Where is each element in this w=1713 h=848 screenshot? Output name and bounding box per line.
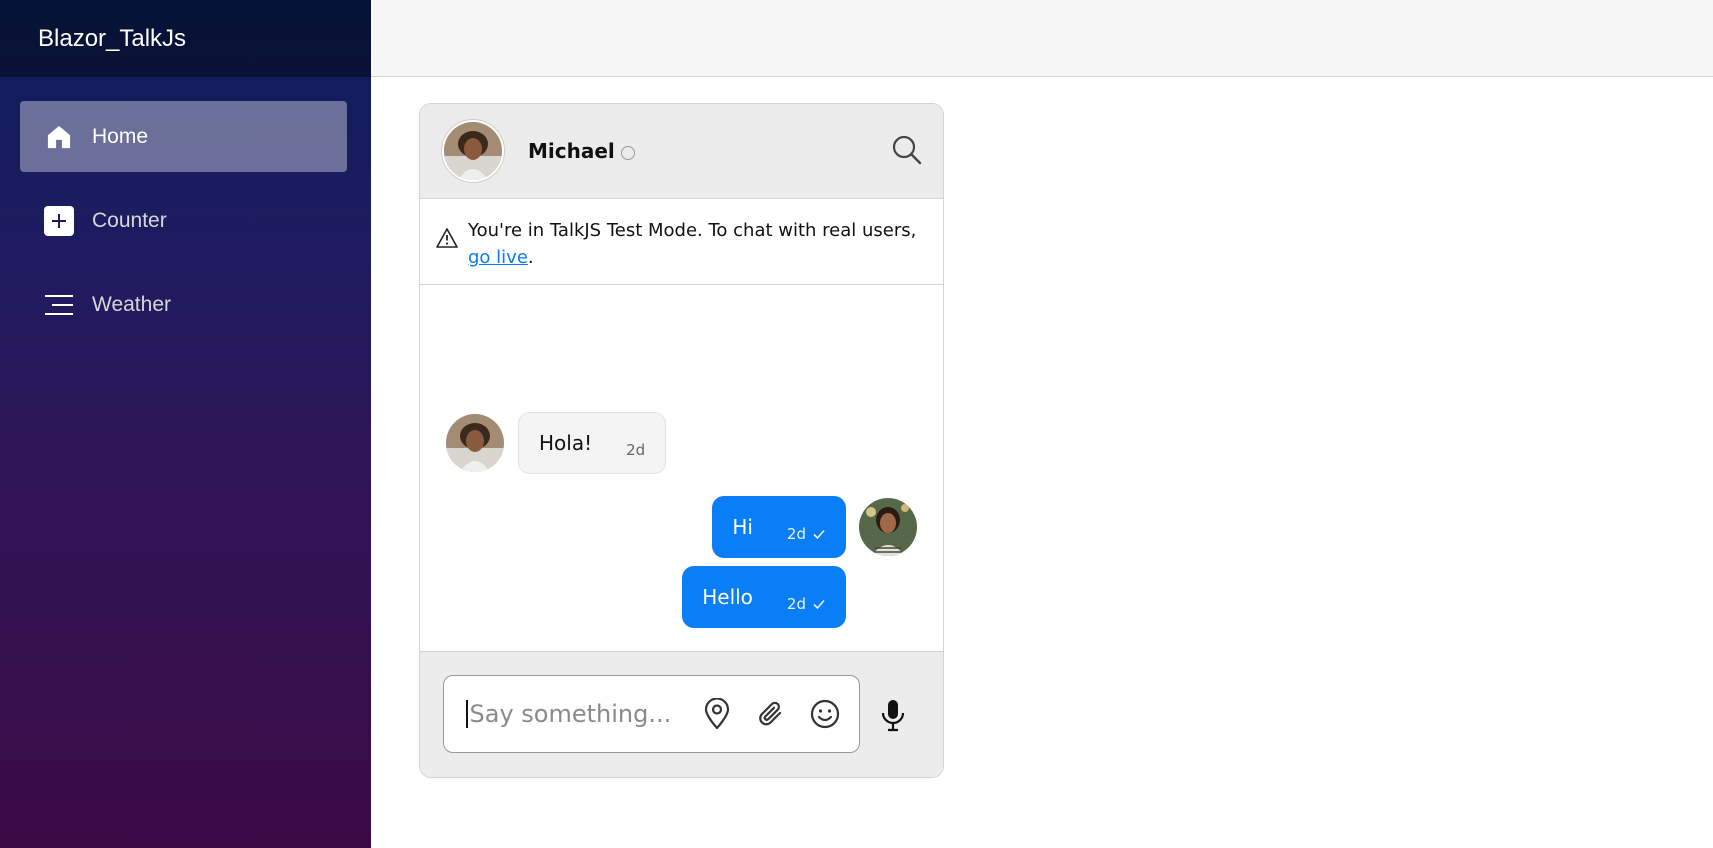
- warning-icon: [436, 227, 458, 249]
- avatar[interactable]: [442, 120, 504, 182]
- chat-header: Michael: [420, 104, 943, 199]
- avatar[interactable]: [446, 414, 504, 472]
- app-brand[interactable]: Blazor_TalkJs: [38, 25, 186, 53]
- sidebar-item-label: Home: [92, 124, 149, 148]
- sidebar: Blazor_TalkJs Home Counter Weather: [0, 0, 371, 848]
- test-mode-notice: You're in TalkJS Test Mode. To chat with…: [420, 199, 943, 285]
- message-bubble-incoming[interactable]: Hola! 2d: [518, 412, 667, 474]
- sidebar-item-counter[interactable]: Counter: [20, 185, 347, 256]
- text-caret: [466, 700, 468, 728]
- message-text: Hi: [732, 515, 753, 539]
- search-icon[interactable]: [891, 134, 923, 166]
- message-bubble-outgoing[interactable]: Hi 2d: [712, 496, 846, 558]
- emoji-icon[interactable]: [808, 697, 842, 731]
- list-lines-icon: [44, 290, 74, 320]
- message-text: Hello: [702, 585, 753, 609]
- list-item: Hola! 2d: [446, 412, 667, 474]
- contact-name: Michael: [528, 139, 635, 163]
- status-indicator: [620, 145, 635, 160]
- message-composer: [420, 651, 943, 777]
- sidebar-item-label: Weather: [92, 292, 171, 316]
- location-pin-icon[interactable]: [700, 697, 734, 731]
- list-item: Hello 2d: [682, 566, 846, 628]
- read-check-icon: [813, 599, 825, 610]
- brand-bar: Blazor_TalkJs: [0, 0, 371, 77]
- avatar[interactable]: [859, 498, 917, 556]
- message-time-text: 2d: [626, 441, 646, 459]
- list-item: Hi 2d: [712, 496, 917, 558]
- go-live-link[interactable]: go live: [468, 247, 528, 268]
- sidebar-item-label: Counter: [92, 208, 167, 232]
- plus-square-icon: [44, 205, 74, 236]
- chat-box: Michael You're in TalkJS Test Mode. To c…: [419, 103, 944, 778]
- sidebar-item-weather[interactable]: Weather: [20, 269, 347, 340]
- message-input[interactable]: [469, 700, 680, 728]
- contact-name-text: Michael: [528, 139, 615, 163]
- message-text: Hola!: [539, 431, 593, 455]
- notice-text: You're in TalkJS Test Mode. To chat with…: [468, 217, 927, 271]
- top-bar: [371, 0, 1713, 77]
- read-check-icon: [813, 529, 825, 540]
- paperclip-icon[interactable]: [754, 697, 788, 731]
- message-time-text: 2d: [786, 595, 806, 613]
- notice-suffix: .: [527, 247, 534, 268]
- sidebar-item-home[interactable]: Home: [20, 101, 347, 172]
- message-input-box[interactable]: [443, 675, 860, 753]
- message-list: Hola! 2d Hi 2d Hello 2d: [420, 285, 943, 651]
- message-time-text: 2d: [786, 525, 806, 543]
- message-time: 2d: [787, 525, 826, 543]
- microphone-icon[interactable]: [878, 698, 908, 732]
- home-icon: [44, 122, 74, 152]
- notice-message: You're in TalkJS Test Mode. To chat with…: [468, 220, 917, 241]
- nav-menu: Home Counter Weather: [0, 77, 371, 340]
- message-bubble-outgoing[interactable]: Hello 2d: [682, 566, 846, 628]
- message-time: 2d: [787, 595, 826, 613]
- message-time: 2d: [626, 441, 645, 459]
